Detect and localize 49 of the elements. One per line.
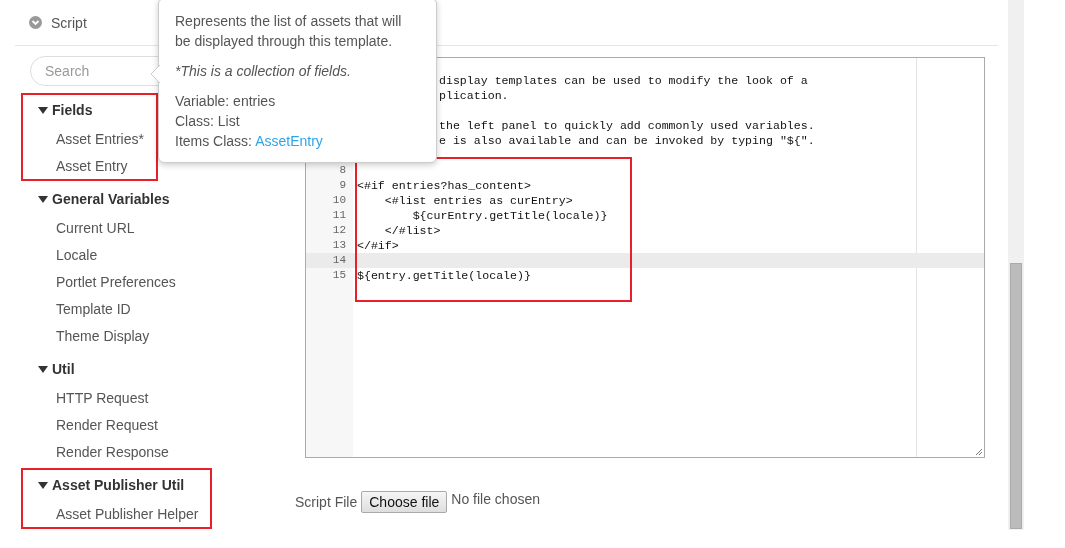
variable-name: Variable: entries bbox=[175, 92, 277, 111]
code-line: ${curEntry.getTitle(locale)} bbox=[411, 208, 608, 223]
code-line: plication. bbox=[439, 88, 509, 103]
tooltip-description: Represents the list of assets that will be displayed through this template. bbox=[175, 12, 403, 51]
variable-item[interactable]: Asset Entry bbox=[38, 152, 144, 179]
scrollbar[interactable] bbox=[1008, 0, 1024, 530]
items-class-label: Items Class: bbox=[175, 133, 252, 149]
field-label: Script File bbox=[295, 494, 358, 510]
variable-item[interactable]: HTTP Request bbox=[38, 384, 169, 411]
code-line: e is also available and can be invoked by typing "${". bbox=[439, 133, 815, 148]
variable-item[interactable]: Render Request bbox=[38, 411, 169, 438]
group-title[interactable]: Fields bbox=[52, 102, 93, 118]
file-status: No file chosen bbox=[451, 490, 540, 507]
code-line: <#list entries as curEntry> bbox=[383, 193, 573, 208]
line-number: 10 bbox=[331, 193, 347, 208]
code-line: display templates can be used to modify the look of a bbox=[439, 73, 808, 88]
line-number: 9 bbox=[338, 178, 347, 193]
group-title[interactable]: Asset Publisher Util bbox=[52, 477, 185, 493]
caret-icon[interactable] bbox=[38, 105, 48, 115]
choose-file-button[interactable]: Choose file bbox=[361, 491, 448, 513]
caret-icon[interactable] bbox=[38, 194, 48, 204]
group-title[interactable]: Util bbox=[52, 361, 75, 377]
line-number: 12 bbox=[331, 223, 347, 238]
variable-item[interactable]: Current URL bbox=[38, 214, 176, 241]
variable-item[interactable]: Portlet Preferences bbox=[38, 268, 176, 295]
line-number: 15 bbox=[331, 268, 347, 283]
variable-item[interactable]: Asset Publisher Helper bbox=[38, 500, 199, 527]
variable-item[interactable]: Locale bbox=[38, 241, 176, 268]
variable-item[interactable]: Theme Display bbox=[38, 322, 176, 349]
code-line: the left panel to quickly add commonly used variables. bbox=[439, 118, 815, 133]
code-line: </#list> bbox=[383, 223, 441, 238]
variable-item[interactable]: Render Response bbox=[38, 438, 169, 465]
variable-item[interactable]: Template ID bbox=[38, 295, 176, 322]
line-number: 14 bbox=[331, 253, 347, 268]
caret-icon[interactable] bbox=[38, 364, 48, 374]
code-line: </#if> bbox=[357, 238, 399, 253]
scrollbar-thumb[interactable] bbox=[1010, 263, 1022, 529]
resize-grip-icon[interactable] bbox=[975, 448, 983, 456]
caret-icon[interactable] bbox=[38, 480, 48, 490]
code-line: ${entry.getTitle(locale)} bbox=[357, 268, 531, 283]
collapse-icon[interactable] bbox=[29, 16, 42, 29]
class-name: Class: List bbox=[175, 112, 241, 131]
line-number: 13 bbox=[331, 238, 347, 253]
variable-item[interactable]: Asset Entries* bbox=[38, 125, 144, 152]
line-number: 11 bbox=[331, 208, 347, 223]
group-title[interactable]: General Variables bbox=[52, 191, 170, 207]
code-line: <#if entries?has_content> bbox=[357, 178, 531, 193]
section-title[interactable]: Script bbox=[51, 14, 87, 31]
line-number: 8 bbox=[338, 163, 347, 178]
